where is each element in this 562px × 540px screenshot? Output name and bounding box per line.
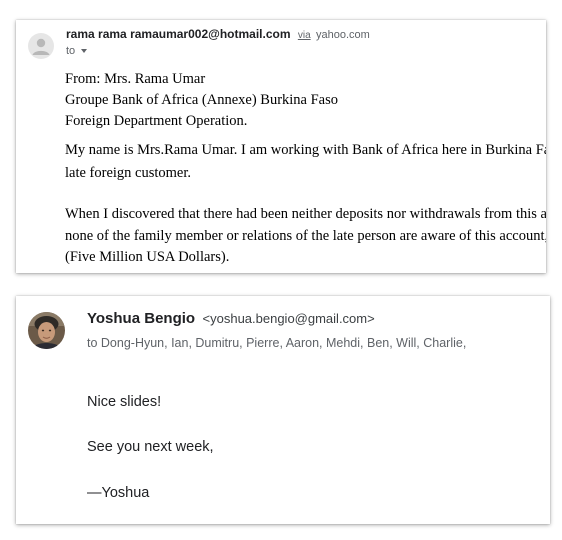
body-line: (Five Million USA Dollars). bbox=[65, 249, 230, 265]
via-domain: yahoo.com bbox=[315, 29, 370, 41]
recipients-line[interactable]: to Dong-Hyun, Ian, Dumitru, Pierre, Aaro… bbox=[87, 336, 466, 350]
body-line: Foreign Department Operation. bbox=[65, 113, 248, 129]
genuine-email-card: Yoshua Bengio <yoshua.bengio@gmail.com> … bbox=[16, 296, 550, 524]
body-line: When I discovered that there had been ne… bbox=[65, 206, 546, 222]
spam-email-card: rama rama ramaumar002@hotmail.com via ya… bbox=[16, 20, 546, 273]
chevron-down-icon[interactable] bbox=[81, 49, 88, 53]
via-link[interactable]: via bbox=[298, 30, 311, 41]
recipients-toggle[interactable]: to bbox=[66, 45, 88, 57]
sender-name[interactable]: rama rama bbox=[66, 27, 127, 41]
body-line: late foreign customer. bbox=[65, 165, 192, 181]
profile-photo-icon bbox=[28, 312, 65, 349]
to-label: to bbox=[66, 45, 76, 57]
body-line: none of the family member or relations o… bbox=[65, 228, 546, 244]
sender-line: rama rama ramaumar002@hotmail.com via ya… bbox=[66, 27, 370, 41]
body-line: From: Mrs. Rama Umar bbox=[65, 71, 206, 87]
body-line: My name is Mrs.Rama Umar. I am working w… bbox=[65, 142, 546, 158]
signature-line: —Yoshua bbox=[87, 485, 150, 501]
person-icon bbox=[32, 38, 50, 55]
sender-avatar-photo[interactable] bbox=[28, 312, 65, 349]
sender-email[interactable]: ramaumar002@hotmail.com bbox=[130, 27, 290, 41]
sender-line: Yoshua Bengio <yoshua.bengio@gmail.com> bbox=[87, 310, 375, 328]
body-line: See you next week, bbox=[87, 439, 214, 455]
sender-name[interactable]: Yoshua Bengio bbox=[87, 310, 195, 327]
sender-avatar-person-icon[interactable] bbox=[28, 33, 54, 59]
body-line: Nice slides! bbox=[87, 394, 162, 410]
body-line: Groupe Bank of Africa (Annexe) Burkina F… bbox=[65, 92, 339, 108]
sender-email[interactable]: <yoshua.bengio@gmail.com> bbox=[203, 311, 375, 326]
